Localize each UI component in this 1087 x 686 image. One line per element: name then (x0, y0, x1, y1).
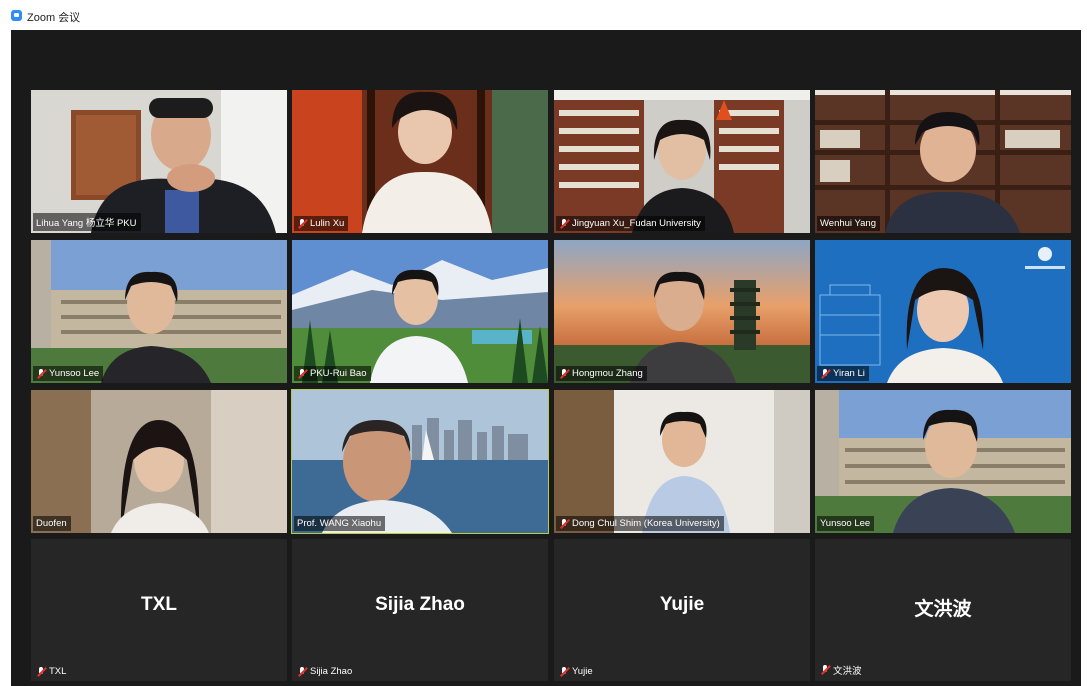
participant-name-label: Prof. WANG Xiaohu (294, 516, 386, 531)
participant-name-label: Dong Chul Shim (Korea University) (556, 516, 724, 531)
video-tile-hongmou-zhang[interactable]: Hongmou Zhang (554, 240, 810, 383)
audio-tile-txl[interactable]: TXL TXL (31, 539, 287, 681)
participant-video (292, 90, 548, 233)
participant-display-name: Yujie (659, 594, 705, 615)
video-tile-duofen[interactable]: Duofen (31, 390, 287, 533)
participant-name-label: Jingyuan Xu_Fudan University (556, 216, 705, 231)
mic-muted-icon (36, 666, 46, 677)
participant-video (31, 90, 287, 233)
video-tile-wang-xiaohu[interactable]: Prof. WANG Xiaohu (291, 389, 549, 534)
participant-name-label: Yujie (559, 666, 593, 677)
video-tile-yiran-li[interactable]: Yiran Li (815, 240, 1071, 383)
mic-muted-icon (559, 666, 569, 677)
participant-display-name: 文洪波 (914, 599, 972, 620)
video-tile-lihua-yang[interactable]: Lihua Yang 杨立华 PKU (31, 90, 287, 233)
audio-tile-wen-hongbo[interactable]: 文洪波 文洪波 (815, 539, 1071, 681)
video-tile-lulin-xu[interactable]: Lulin Xu (292, 90, 548, 233)
participant-name-label: 文洪波 (820, 663, 862, 677)
zoom-logo-icon (11, 10, 22, 21)
mic-muted-icon (820, 665, 830, 675)
title-bar: Zoom 会议 (0, 0, 1087, 30)
participant-name-label: TXL (36, 666, 66, 677)
mic-muted-icon (559, 368, 569, 379)
video-tile-dong-chul-shim[interactable]: Dong Chul Shim (Korea University) (554, 390, 810, 533)
participant-name-label: Yunsoo Lee (817, 516, 875, 531)
participant-video (31, 390, 287, 533)
participant-video (31, 240, 287, 383)
participant-name-label: Wenhui Yang (817, 216, 880, 231)
mic-muted-icon (559, 218, 569, 229)
participant-video (554, 90, 810, 233)
participant-name-label: Hongmou Zhang (556, 366, 647, 381)
participant-name-label: Lihua Yang 杨立华 PKU (33, 213, 141, 231)
video-tile-yunsoo-lee[interactable]: Yunsoo Lee (31, 240, 287, 383)
audio-tile-sijia-zhao[interactable]: Sijia Zhao Sijia Zhao (292, 539, 548, 681)
participant-name-label: Yunsoo Lee (33, 366, 104, 381)
mic-muted-icon (297, 218, 307, 229)
mic-muted-icon (297, 666, 307, 677)
audio-tile-yujie[interactable]: Yujie Yujie (554, 539, 810, 681)
mic-muted-icon (820, 368, 830, 379)
video-tile-pku-rui-bao[interactable]: PKU-Rui Bao (292, 240, 548, 383)
video-tile-yunsoo-lee-2[interactable]: Yunsoo Lee (815, 390, 1071, 533)
participant-name-label: PKU-Rui Bao (294, 366, 371, 381)
participant-video (292, 240, 548, 383)
video-tile-jingyuan-xu[interactable]: Jingyuan Xu_Fudan University (554, 90, 810, 233)
participant-name-label: Lulin Xu (294, 216, 349, 231)
participant-name-label: Yiran Li (817, 366, 869, 381)
participant-video (815, 390, 1071, 533)
participant-display-name: Sijia Zhao (375, 594, 465, 615)
participant-name-label: Duofen (33, 516, 71, 531)
participant-video (554, 240, 810, 383)
mic-muted-icon (36, 368, 46, 379)
participant-video (815, 240, 1071, 383)
participant-video (292, 390, 548, 533)
mic-muted-icon (297, 368, 307, 379)
participant-video (815, 90, 1071, 233)
participant-name-label: Sijia Zhao (297, 666, 352, 677)
window-title: Zoom 会议 (27, 12, 81, 24)
participant-display-name: TXL (141, 594, 177, 615)
mic-muted-icon (559, 518, 569, 529)
participant-video (554, 390, 810, 533)
video-tile-wenhui-yang[interactable]: Wenhui Yang (815, 90, 1071, 233)
gallery-view: Lihua Yang 杨立华 PKU Lulin Xu Jingyuan Xu_… (11, 30, 1081, 686)
